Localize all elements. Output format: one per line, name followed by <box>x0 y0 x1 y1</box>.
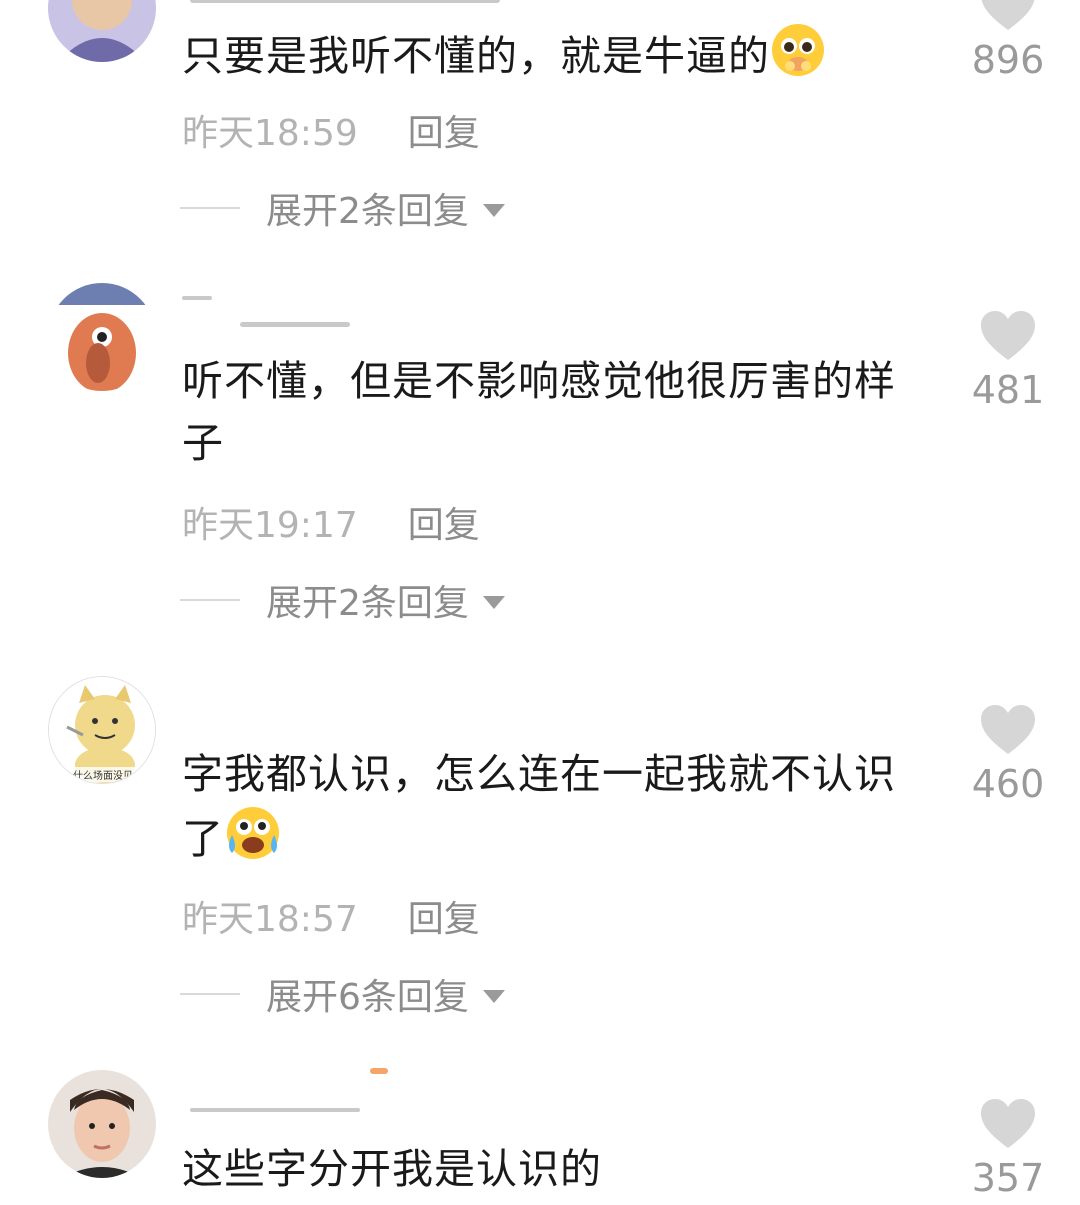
like-button[interactable]: 896 <box>960 0 1056 82</box>
expand-replies[interactable]: 展开2条回复 <box>180 578 505 624</box>
caret-down-icon <box>482 203 505 217</box>
avatar-caption: 什么场面没见 <box>49 767 155 782</box>
like-button[interactable]: 460 <box>960 704 1056 806</box>
avatar[interactable] <box>48 0 156 62</box>
caret-down-icon <box>482 595 505 609</box>
expand-replies[interactable]: 展开6条回复 <box>180 972 505 1018</box>
username-blurred <box>240 322 350 327</box>
like-button[interactable]: 481 <box>960 310 1056 412</box>
reply-button[interactable]: 回复 <box>408 899 480 940</box>
divider <box>180 993 240 995</box>
timestamp: 昨天18:57 <box>182 899 358 940</box>
reply-button[interactable]: 回复 <box>408 505 480 546</box>
heart-icon <box>981 1099 1035 1148</box>
expand-replies-label: 展开6条回复 <box>266 977 469 1018</box>
username-blurred <box>190 1108 360 1112</box>
like-count: 357 <box>971 1156 1045 1200</box>
expand-replies-label: 展开2条回复 <box>266 583 469 624</box>
heart-icon <box>981 311 1035 360</box>
like-button[interactable]: 357 <box>960 1098 1056 1200</box>
username-blurred <box>182 296 212 300</box>
avatar[interactable] <box>48 1070 156 1178</box>
comment-text: 只要是我听不懂的，就是牛逼的 <box>182 22 922 95</box>
expand-replies-label: 展开2条回复 <box>266 191 469 232</box>
like-count: 896 <box>971 38 1045 82</box>
comment-meta: 昨天18:57 回复 <box>182 890 480 942</box>
comment-meta: 昨天19:17 回复 <box>182 496 480 548</box>
caret-down-icon <box>482 989 505 1003</box>
like-count: 460 <box>971 762 1045 806</box>
timestamp: 昨天19:17 <box>182 505 358 546</box>
timestamp: 昨天18:59 <box>182 113 358 154</box>
username-blurred <box>190 0 500 3</box>
heart-icon <box>981 705 1035 754</box>
divider <box>180 599 240 601</box>
comment-text-content: 只要是我听不懂的，就是牛逼的 <box>182 32 770 80</box>
crying-laughing-emoji <box>224 805 282 878</box>
comment-meta: 昨天18:59 回复 <box>182 104 480 156</box>
comment-text: 字我都认识，怎么连在一起我就不认识了 <box>182 743 922 878</box>
expand-replies[interactable]: 展开2条回复 <box>180 186 505 232</box>
avatar[interactable] <box>48 283 156 391</box>
reply-button[interactable]: 回复 <box>408 113 480 154</box>
pleading-face-emoji <box>770 22 826 95</box>
comment-text: 听不懂，但是不影响感觉他很厉害的样子 <box>182 357 896 467</box>
avatar[interactable]: 什么场面没见 <box>48 676 156 784</box>
comment-text-content: 字我都认识，怎么连在一起我就不认识了 <box>182 750 896 863</box>
username-blurred <box>370 1068 388 1074</box>
heart-icon <box>981 0 1035 30</box>
like-count: 481 <box>971 368 1045 412</box>
comment-text: 这些字分开我是认识的 <box>182 1145 602 1193</box>
divider <box>180 207 240 209</box>
